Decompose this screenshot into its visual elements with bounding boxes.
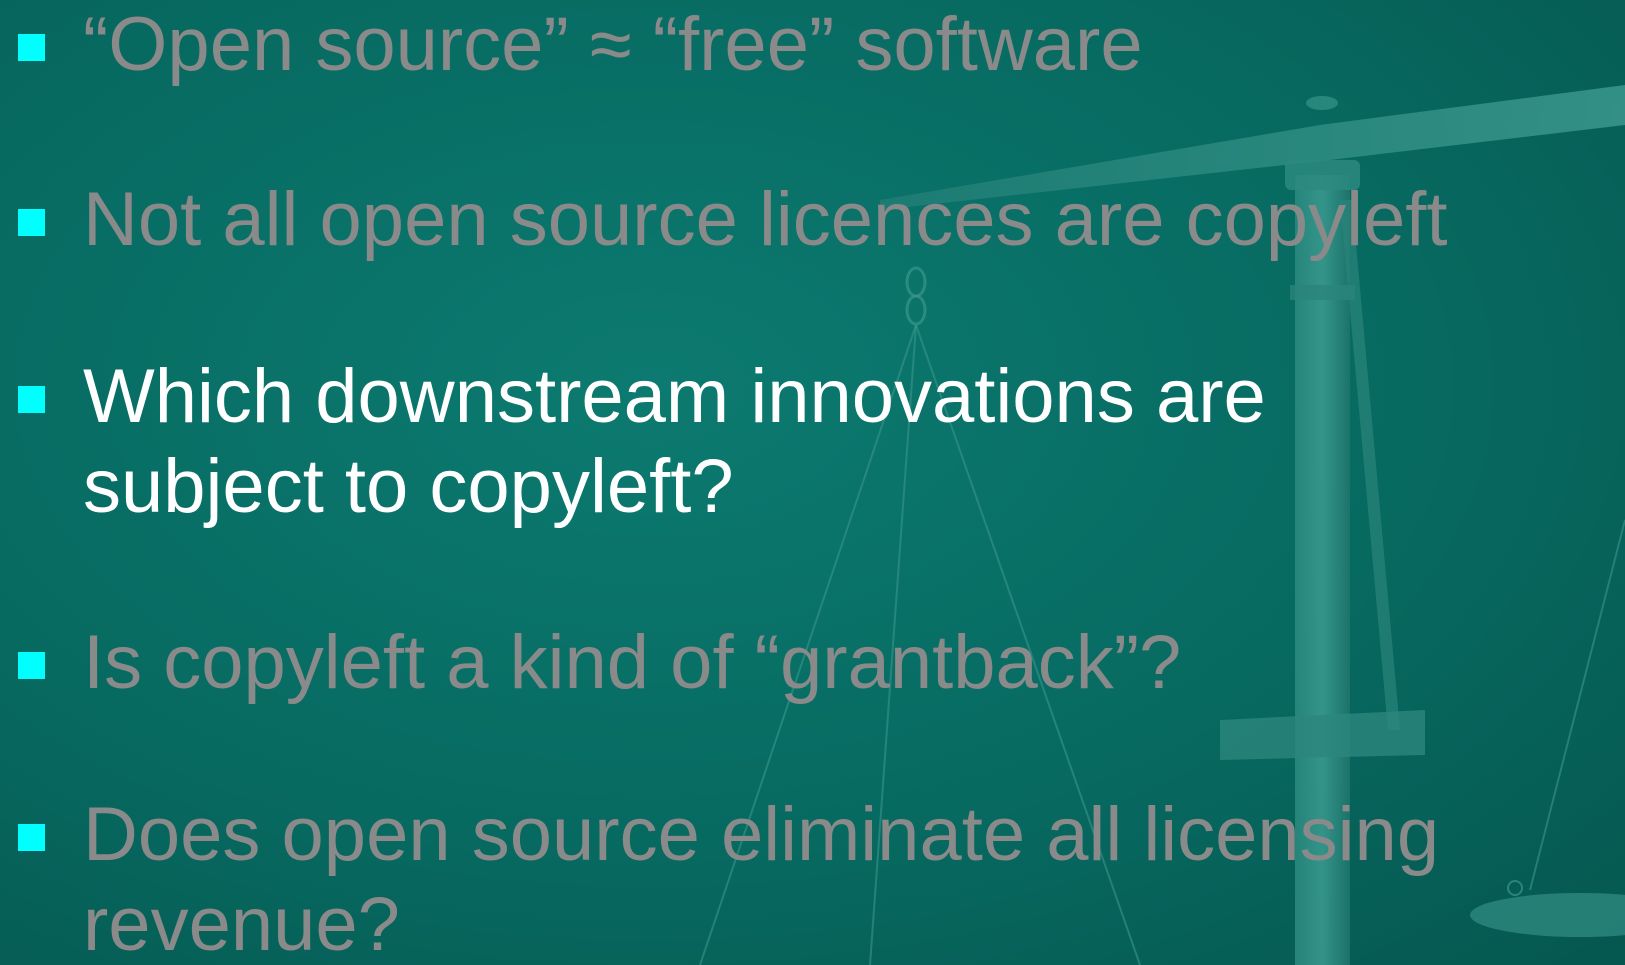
bullet-text-line: subject to copyleft? (83, 444, 734, 529)
bullet-item-1: “Open source” ≈ “free” software (18, 0, 1143, 90)
bullet-text: Not all open source licences are copylef… (83, 175, 1448, 265)
bullet-text-line: Not all open source licences are copylef… (83, 177, 1448, 262)
bullet-text: Which downstream innovations are subject… (83, 352, 1266, 532)
bullet-text-line: Is copyleft a kind of “grantback”? (83, 620, 1182, 705)
bullet-text-line: “Open source” ≈ “free” software (83, 2, 1143, 87)
square-bullet-icon (18, 34, 45, 61)
square-bullet-icon (18, 386, 45, 413)
square-bullet-icon (18, 652, 45, 679)
bullet-item-5: Does open source eliminate all licensing… (18, 790, 1439, 965)
bullet-text: “Open source” ≈ “free” software (83, 0, 1143, 90)
bullet-text-line: revenue? (83, 882, 400, 965)
bullet-item-4: Is copyleft a kind of “grantback”? (18, 618, 1181, 708)
bullet-item-2: Not all open source licences are copylef… (18, 175, 1448, 265)
square-bullet-icon (18, 209, 45, 236)
bullet-item-3: Which downstream innovations are subject… (18, 352, 1266, 532)
slide: “Open source” ≈ “free” software Not all … (0, 0, 1625, 965)
bullet-text: Does open source eliminate all licensing… (83, 790, 1439, 965)
square-bullet-icon (18, 824, 45, 851)
bullet-text-line: Does open source eliminate all licensing (83, 792, 1440, 877)
bullet-text-line: Which downstream innovations are (83, 354, 1266, 439)
bullet-text: Is copyleft a kind of “grantback”? (83, 618, 1181, 708)
